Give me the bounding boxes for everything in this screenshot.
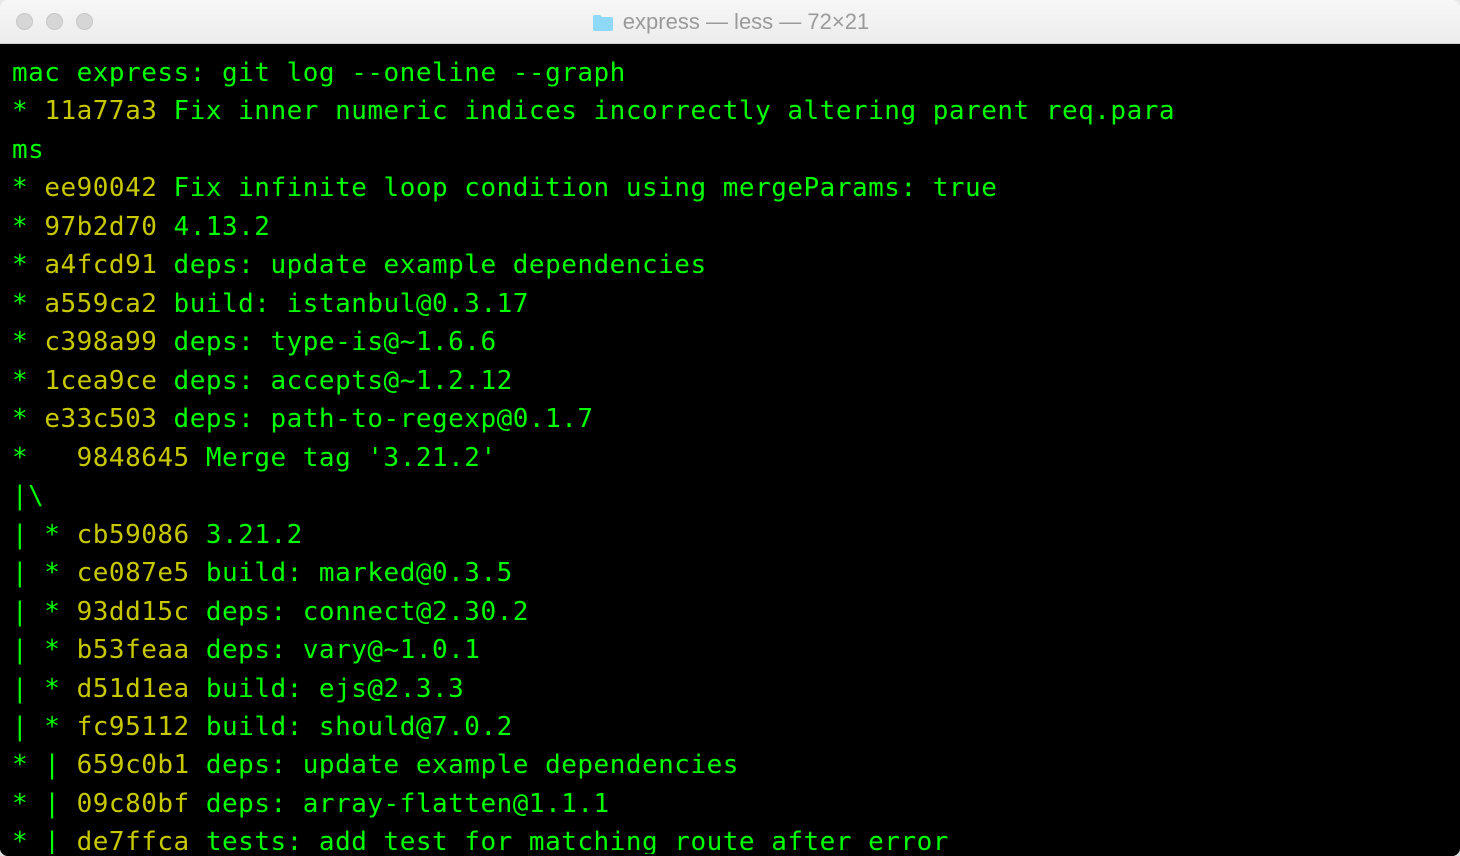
window-title: express — less — 72×21 — [623, 9, 869, 35]
terminal-viewport[interactable]: mac express: git log --oneline --graph *… — [0, 44, 1460, 856]
minimize-button[interactable] — [46, 13, 63, 30]
commit-hash: a559ca2 — [44, 289, 157, 319]
commit-hash: 93dd15c — [77, 597, 190, 627]
prompt: mac express: — [12, 58, 222, 88]
close-button[interactable] — [16, 13, 33, 30]
folder-icon — [591, 13, 615, 31]
commit-hash: cb59086 — [77, 520, 190, 550]
commit-hash: b53feaa — [77, 635, 190, 665]
commit-hash: 1cea9ce — [44, 366, 157, 396]
window-title-container: express — less — 72×21 — [0, 9, 1460, 35]
commit-hash: c398a99 — [44, 327, 157, 357]
commit-hash: 659c0b1 — [77, 750, 190, 780]
commit-hash: d51d1ea — [77, 674, 190, 704]
command: git log --oneline --graph — [222, 58, 626, 88]
commit-hash: 09c80bf — [77, 789, 190, 819]
commit-hash: 9848645 — [77, 443, 190, 473]
terminal-output: mac express: git log --oneline --graph *… — [12, 54, 1448, 856]
commit-hash: ee90042 — [44, 173, 157, 203]
commit-hash: 97b2d70 — [44, 212, 157, 242]
commit-hash: a4fcd91 — [44, 250, 157, 280]
commit-hash: ce087e5 — [77, 558, 190, 588]
titlebar: express — less — 72×21 — [0, 0, 1460, 44]
window-controls — [0, 13, 93, 30]
commit-hash: de7ffca — [77, 827, 190, 856]
terminal-window: express — less — 72×21 mac express: git … — [0, 0, 1460, 856]
commit-hash: fc95112 — [77, 712, 190, 742]
maximize-button[interactable] — [76, 13, 93, 30]
commit-hash: e33c503 — [44, 404, 157, 434]
commit-hash: 11a77a3 — [44, 96, 157, 126]
